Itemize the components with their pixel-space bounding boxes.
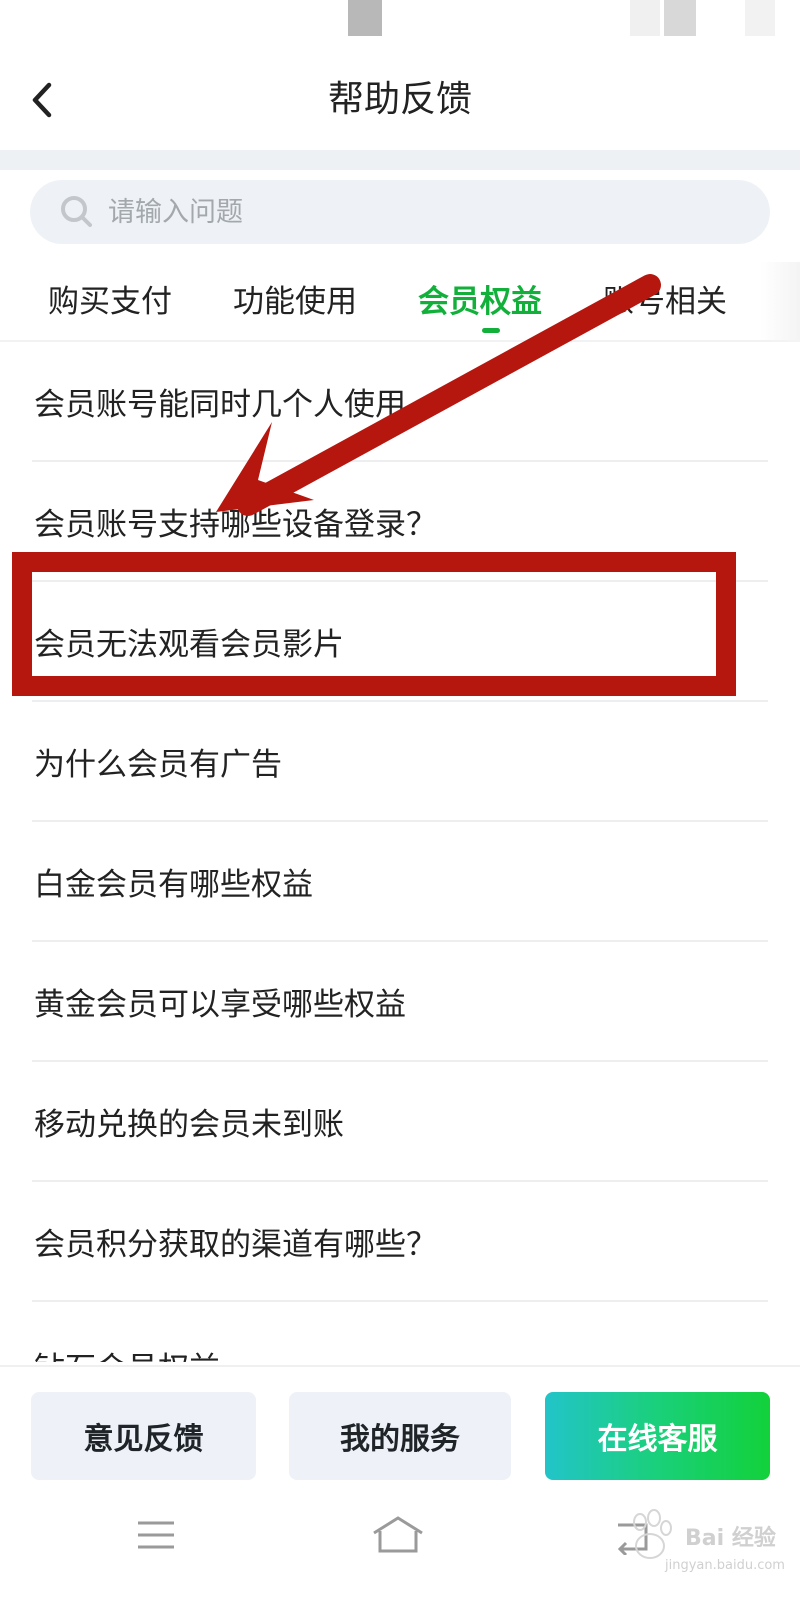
faq-item[interactable]: 白金会员有哪些权益 [32, 822, 768, 942]
active-tab-indicator [482, 328, 500, 333]
faq-question: 会员账号支持哪些设备登录？ [34, 506, 437, 543]
faq-question: 会员无法观看会员影片 [34, 626, 344, 663]
faq-list: 会员账号能同时几个人使用 会员账号支持哪些设备登录？ 会员无法观看会员影片 为什… [0, 342, 800, 1362]
faq-question: 钻石会员权益 [32, 1343, 220, 1362]
faq-item[interactable]: 会员账号能同时几个人使用 [32, 342, 768, 462]
faq-question: 会员积分获取的渠道有哪些？ [34, 1226, 437, 1263]
status-bar [0, 0, 800, 50]
online-support-button[interactable]: 在线客服 [545, 1392, 770, 1480]
feedback-button[interactable]: 意见反馈 [31, 1392, 256, 1480]
search-icon [61, 196, 92, 227]
bottom-action-bar: 意见反馈 我的服务 在线客服 [0, 1365, 800, 1485]
status-indicator [664, 0, 696, 36]
faq-question: 移动兑换的会员未到账 [34, 1106, 344, 1143]
tab-purchase-payment[interactable]: 购买支付 [48, 262, 172, 342]
my-service-button[interactable]: 我的服务 [289, 1392, 511, 1480]
faq-question: 白金会员有哪些权益 [34, 866, 313, 903]
status-indicator [745, 0, 775, 36]
tab-account[interactable]: 账号相关 [603, 262, 727, 342]
status-indicator [348, 0, 382, 36]
faq-item[interactable]: 钻石会员权益 [32, 1302, 768, 1362]
faq-item[interactable]: 黄金会员可以享受哪些权益 [32, 942, 768, 1062]
tab-member-benefits[interactable]: 会员权益 [418, 262, 542, 342]
watermark-url: jingyan.baidu.com [665, 1558, 785, 1573]
faq-item[interactable]: 会员无法观看会员影片 [32, 582, 768, 702]
tab-feature-usage[interactable]: 功能使用 [233, 262, 357, 342]
header: 帮助反馈 [0, 50, 800, 150]
status-indicator [630, 0, 660, 36]
faq-question: 会员账号能同时几个人使用 [34, 386, 406, 423]
home-icon[interactable] [372, 1515, 424, 1555]
faq-question: 为什么会员有广告 [34, 746, 282, 783]
faq-question: 黄金会员可以享受哪些权益 [34, 986, 406, 1023]
search-bar[interactable] [30, 180, 770, 244]
page-title: 帮助反馈 [327, 79, 472, 120]
tab-scroll-fade [760, 262, 800, 342]
menu-icon[interactable] [136, 1515, 176, 1555]
search-input[interactable] [108, 196, 708, 228]
faq-item[interactable]: 移动兑换的会员未到账 [32, 1062, 768, 1182]
faq-item[interactable]: 为什么会员有广告 [32, 702, 768, 822]
faq-item[interactable]: 会员账号支持哪些设备登录？ [32, 462, 768, 582]
category-tabs: 购买支付 功能使用 会员权益 账号相关 [0, 262, 800, 342]
section-divider [0, 150, 800, 170]
chevron-left-icon [32, 82, 52, 118]
watermark: Bai 经验 jingyan.baidu.com [610, 1500, 790, 1590]
faq-item[interactable]: 会员积分获取的渠道有哪些？ [32, 1182, 768, 1302]
watermark-text: Bai 经验 [685, 1526, 776, 1551]
back-button[interactable] [22, 70, 62, 130]
